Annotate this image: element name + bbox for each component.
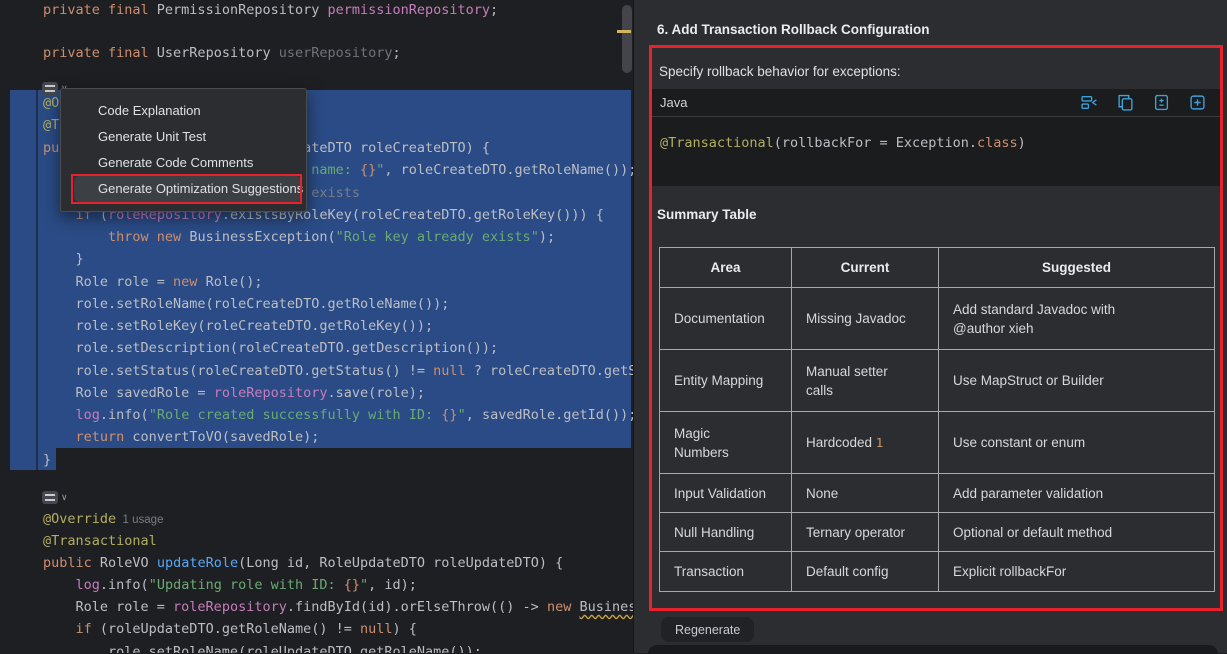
table-cell: Ternary operator <box>792 513 939 552</box>
scrollbar-change-marker <box>617 30 631 33</box>
table-header: Current <box>792 248 939 288</box>
table-row: Magic NumbersHardcoded 1Use constant or … <box>660 412 1215 474</box>
table-cell: Use constant or enum <box>939 412 1215 474</box>
table-cell: Add parameter validation <box>939 474 1215 513</box>
editor-scrollbar-thumb[interactable] <box>622 5 632 73</box>
code-block-header: Java <box>652 89 1220 117</box>
code-snippet-block: Java <box>652 89 1220 186</box>
regenerate-button[interactable]: Regenerate <box>661 617 754 642</box>
table-row: TransactionDefault configExplicit rollba… <box>660 552 1215 592</box>
summary-table: AreaCurrentSuggested DocumentationMissin… <box>659 247 1215 592</box>
chevron-down-icon[interactable]: ∨ <box>61 491 68 504</box>
table-header: Suggested <box>939 248 1215 288</box>
inline-code: 1 <box>876 435 884 450</box>
code-line[interactable]: if (roleUpdateDTO.getRoleName() != null)… <box>43 619 417 639</box>
table-row: Null HandlingTernary operatorOptional or… <box>660 513 1215 552</box>
code-line[interactable]: role.setRoleName(roleCreateDTO.getRoleNa… <box>43 294 449 314</box>
table-cell: Documentation <box>660 288 792 350</box>
code-editor[interactable]: private final PermissionRepository permi… <box>0 0 633 653</box>
table-cell: Default config <box>792 552 939 592</box>
code-line[interactable]: Role role = roleRepository.findById(id).… <box>43 597 633 617</box>
table-row: Entity MappingManual setter callsUse Map… <box>660 350 1215 412</box>
code-line[interactable]: @Override 1 usage <box>43 509 163 529</box>
table-cell: Add standard Javadoc with @author xieh <box>939 288 1215 350</box>
table-cell: Input Validation <box>660 474 792 513</box>
table-cell: Transaction <box>660 552 792 592</box>
table-header: Area <box>660 248 792 288</box>
menu-item-generate-code-comments[interactable]: Generate Code Comments <box>61 150 306 176</box>
code-line[interactable]: role.setRoleKey(roleCreateDTO.getRoleKey… <box>43 316 433 336</box>
table-cell: Optional or default method <box>939 513 1215 552</box>
table-cell: Explicit rollbackFor <box>939 552 1215 592</box>
code-line[interactable]: } <box>43 249 84 269</box>
gutter-separator <box>36 90 38 470</box>
code-line[interactable]: @Transactional <box>43 531 157 551</box>
code-line[interactable]: role.setDescription(roleCreateDTO.getDes… <box>43 338 498 358</box>
table-cell: Missing Javadoc <box>792 288 939 350</box>
table-cell: Entity Mapping <box>660 350 792 412</box>
copy-icon[interactable] <box>1117 94 1134 111</box>
lingma-badge-icon[interactable] <box>42 82 58 95</box>
table-cell: Null Handling <box>660 513 792 552</box>
code-line[interactable]: public RoleVO updateRole(Long id, RoleUp… <box>43 553 563 573</box>
menu-item-generate-unit-test[interactable]: Generate Unit Test <box>61 124 306 150</box>
code-line[interactable]: throw new BusinessException("Role key al… <box>43 227 555 247</box>
code-line[interactable]: Role savedRole = roleRepository.save(rol… <box>43 383 425 403</box>
code-line[interactable]: role.setStatus(roleCreateDTO.getStatus()… <box>43 361 633 381</box>
table-row: Input ValidationNoneAdd parameter valida… <box>660 474 1215 513</box>
section-description: Specify rollback behavior for exceptions… <box>659 64 901 79</box>
ai-assistant-panel: 6. Add Transaction Rollback Configuratio… <box>633 0 1227 653</box>
menu-item-code-explanation[interactable]: Code Explanation <box>61 98 306 124</box>
summary-table-title: Summary Table <box>657 207 757 222</box>
table-cell: Hardcoded 1 <box>792 412 939 474</box>
code-line[interactable]: @Transactional(rollbackFor = Exception.c… <box>652 117 1220 153</box>
code-line[interactable]: log.info("Updating role with ID: {}", id… <box>43 575 417 595</box>
insert-to-editor-icon[interactable] <box>1081 94 1098 111</box>
ai-context-menu: Code ExplanationGenerate Unit TestGenera… <box>60 88 307 212</box>
table-cell: Manual setter calls <box>792 350 939 412</box>
code-line[interactable]: role.setRoleName(roleUpdateDTO.getRoleNa… <box>43 642 482 653</box>
code-line[interactable]: private final PermissionRepository permi… <box>43 0 498 20</box>
table-cell: None <box>792 474 939 513</box>
section-title: 6. Add Transaction Rollback Configuratio… <box>657 22 930 37</box>
code-line[interactable]: } <box>43 450 51 470</box>
code-language-label: Java <box>660 95 1081 110</box>
menu-item-generate-optimization-suggestions[interactable]: Generate Optimization Suggestions <box>74 176 302 202</box>
code-line[interactable]: Role role = new Role(); <box>43 272 262 292</box>
table-cell: Magic Numbers <box>660 412 792 474</box>
table-cell: Use MapStruct or Builder <box>939 350 1215 412</box>
code-line[interactable]: return convertToVO(savedRole); <box>43 427 319 447</box>
new-file-icon[interactable] <box>1189 94 1206 111</box>
lingma-badge-icon[interactable] <box>42 491 58 504</box>
code-line[interactable]: private final UserRepository userReposit… <box>43 43 401 63</box>
table-row: DocumentationMissing JavadocAdd standard… <box>660 288 1215 350</box>
code-line[interactable]: log.info("Role created successfully with… <box>43 405 633 425</box>
diff-file-icon[interactable] <box>1153 94 1170 111</box>
